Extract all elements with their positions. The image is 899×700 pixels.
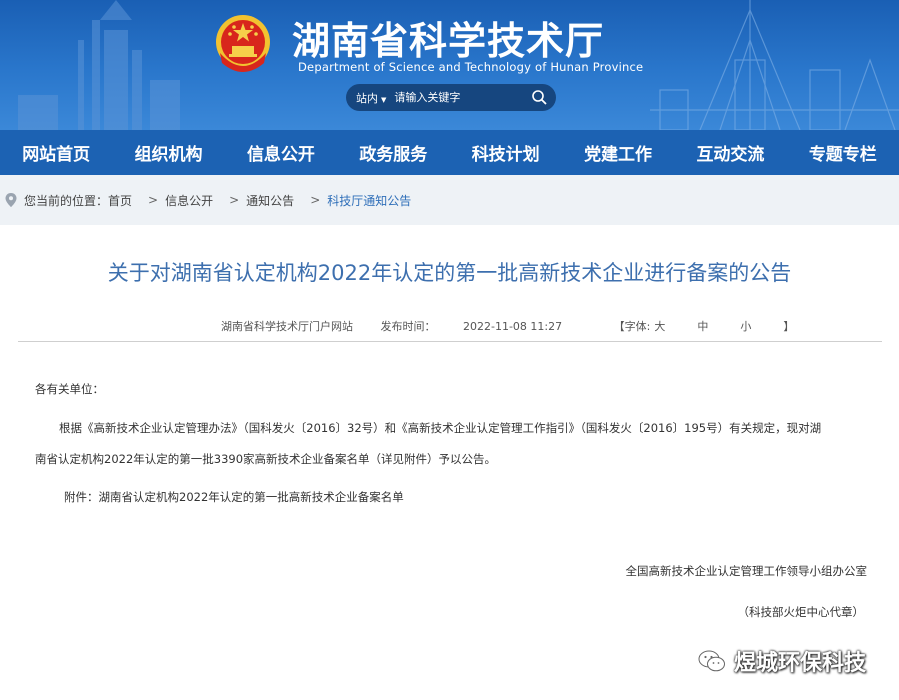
publish-time: 发布时间： 2022-11-08 11:27 <box>380 320 563 333</box>
signature-note: （科技部火炬中心代章） <box>737 605 865 619</box>
nav-item-science-plans[interactable]: 科技计划 <box>450 130 562 175</box>
nav-item-party-building[interactable]: 党建工作 <box>562 130 674 175</box>
meta-divider <box>18 341 882 342</box>
main-nav: 网站首页 组织机构 信息公开 政务服务 科技计划 党建工作 互动交流 专题专栏 <box>0 130 899 175</box>
site-header: 湖南省科学技术厅 Department of Science and Techn… <box>0 0 899 130</box>
article-greeting: 各有关单位： <box>35 382 104 396</box>
font-size-medium-button[interactable]: 中 <box>697 320 708 333</box>
nav-item-interaction[interactable]: 互动交流 <box>674 130 786 175</box>
breadcrumb-home[interactable]: 首页 <box>108 192 132 209</box>
nav-item-organization[interactable]: 组织机构 <box>112 130 224 175</box>
caret-down-icon: ▼ <box>381 95 387 104</box>
location-pin-icon <box>5 193 17 207</box>
breadcrumb-prefix: 您当前的位置： <box>24 193 109 208</box>
watermark-text: 煜城环保科技 <box>734 651 867 676</box>
nav-item-special-topics[interactable]: 专题专栏 <box>787 130 899 175</box>
site-title: 湖南省科学技术厅 <box>292 19 605 63</box>
search-bar: 站内 ▼ <box>346 84 556 111</box>
nav-item-government-services[interactable]: 政务服务 <box>337 130 449 175</box>
font-size-small-button[interactable]: 小 <box>740 320 751 333</box>
breadcrumb: 您当前的位置： 首页 > 信息公开 > 通知公告 > 科技厅通知公告 <box>0 175 899 225</box>
article-meta: 湖南省科学技术厅门户网站 发布时间： 2022-11-08 11:27 【字体:… <box>221 318 818 334</box>
breadcrumb-separator: > <box>310 193 321 207</box>
nav-item-information-disclosure[interactable]: 信息公开 <box>225 130 337 175</box>
watermark: 煜城环保科技 <box>698 645 866 677</box>
signature-office: 全国高新技术企业认定管理工作领导小组办公室 <box>625 564 868 578</box>
wechat-icon <box>698 650 725 672</box>
attachment-link[interactable]: 附件：湖南省认定机构2022年认定的第一批高新技术企业备案名单 <box>64 482 899 512</box>
article-title: 关于对湖南省认定机构2022年认定的第一批高新技术企业进行备案的公告 <box>107 261 792 285</box>
breadcrumb-separator: > <box>148 193 159 207</box>
search-icon[interactable] <box>531 89 548 106</box>
search-scope-dropdown[interactable]: 站内 ▼ <box>356 90 386 106</box>
article-source: 湖南省科学技术厅门户网站 <box>221 320 353 333</box>
site-subtitle: Department of Science and Technology of … <box>298 60 644 74</box>
national-emblem-icon <box>216 15 270 72</box>
nav-item-home[interactable]: 网站首页 <box>0 130 112 175</box>
font-size-control: 【字体: 大中小】 <box>613 320 795 333</box>
article-paragraph-continued: 南省认定机构2022年认定的第一批3390家高新技术企业备案名单（详见附件）予以… <box>35 452 497 466</box>
breadcrumb-notices[interactable]: 通知公告 <box>246 192 294 209</box>
font-size-large-button[interactable]: 大 <box>654 320 665 333</box>
article-paragraph: 根据《高新技术企业认定管理办法》（国科发火〔2016〕32号）和《高新技术企业认… <box>59 421 822 435</box>
search-input[interactable] <box>394 87 533 108</box>
breadcrumb-separator: > <box>229 193 240 207</box>
breadcrumb-current[interactable]: 科技厅通知公告 <box>327 192 411 209</box>
breadcrumb-information-disclosure[interactable]: 信息公开 <box>165 192 213 209</box>
